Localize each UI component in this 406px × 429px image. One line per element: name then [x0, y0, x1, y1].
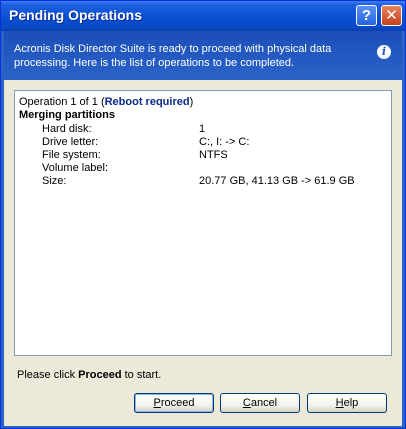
- title-bar[interactable]: Pending Operations ? ✕: [1, 1, 405, 31]
- help-title-button[interactable]: ?: [356, 5, 377, 26]
- help-label-rest: elp: [343, 397, 359, 409]
- file-system-value: NTFS: [199, 149, 228, 161]
- drive-letter-label: Drive letter:: [42, 136, 99, 148]
- footer-prefix: Please click: [17, 369, 79, 381]
- operation-title: Merging partitions: [19, 109, 115, 121]
- dialog-body: Acronis Disk Director Suite is ready to …: [4, 31, 402, 426]
- close-button[interactable]: ✕: [381, 5, 402, 26]
- proceed-button[interactable]: Proceed: [134, 393, 214, 413]
- pending-operations-window: Pending Operations ? ✕ Acronis Disk Dire…: [0, 0, 406, 429]
- operation-counter: Operation 1 of 1 (Reboot required): [19, 96, 193, 108]
- file-system-label: File system:: [42, 149, 101, 161]
- operations-list[interactable]: Operation 1 of 1 (Reboot required) Mergi…: [14, 90, 392, 356]
- footer-instruction: Please click Proceed to start.: [17, 369, 161, 381]
- volume-label-label: Volume label:: [42, 162, 109, 174]
- proceed-label-rest: roceed: [160, 397, 195, 409]
- header-band: Acronis Disk Director Suite is ready to …: [4, 31, 402, 80]
- info-icon: i: [377, 45, 391, 59]
- size-label: Size:: [42, 175, 67, 187]
- cancel-accelerator: C: [242, 397, 251, 409]
- cancel-button[interactable]: Cancel: [220, 393, 300, 413]
- operation-counter-prefix: Operation 1 of 1 (: [19, 96, 105, 108]
- drive-letter-value: C:, I: -> C:: [199, 136, 250, 148]
- reboot-required-label: Reboot required: [104, 96, 190, 108]
- hard-disk-value: 1: [199, 123, 206, 135]
- cancel-label-rest: ancel: [250, 397, 278, 409]
- window-title: Pending Operations: [9, 7, 143, 23]
- help-accelerator: H: [335, 397, 344, 409]
- hard-disk-label: Hard disk:: [42, 123, 92, 135]
- operation-counter-suffix: ): [189, 96, 194, 108]
- proceed-accelerator: P: [153, 397, 161, 409]
- size-value: 20.77 GB, 41.13 GB -> 61.9 GB: [199, 175, 355, 187]
- header-message: Acronis Disk Director Suite is ready to …: [14, 43, 332, 69]
- footer-suffix: to start.: [121, 369, 162, 381]
- help-button[interactable]: Help: [307, 393, 387, 413]
- footer-emphasis: Proceed: [78, 369, 122, 381]
